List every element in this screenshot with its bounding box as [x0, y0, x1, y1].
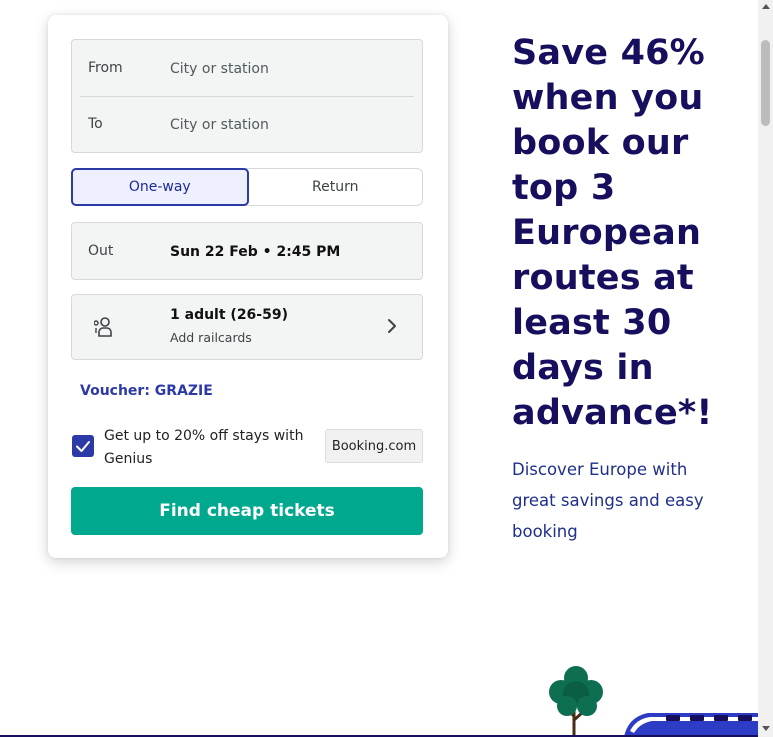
tree-illustration: [549, 666, 603, 736]
passenger-icon: [94, 317, 112, 337]
promo-subtitle: Discover Europe with great savings and e…: [512, 460, 704, 541]
route-box: From City or station To City or station: [71, 39, 423, 153]
out-value: Sun 22 Feb • 2:45 PM: [170, 244, 341, 260]
outbound-date-field[interactable]: Out Sun 22 Feb • 2:45 PM: [71, 222, 423, 280]
search-card: From City or station To City or station …: [48, 15, 448, 558]
to-input[interactable]: City or station: [170, 117, 269, 133]
trip-type-toggle: One-way Return: [71, 168, 423, 206]
scroll-up-icon[interactable]: [762, 4, 770, 9]
genius-offer-text: Get up to 20% off stays with Genius: [104, 428, 304, 467]
to-label: To: [88, 116, 103, 132]
check-icon: [76, 441, 90, 452]
passengers-summary: 1 adult (26-59): [170, 307, 288, 323]
chevron-right-icon: [388, 319, 396, 333]
scroll-down-icon[interactable]: [762, 726, 770, 731]
genius-checkbox[interactable]: [72, 435, 94, 457]
promo-headline: Save 46% when you book our top 3 Europea…: [512, 33, 713, 433]
route-divider: [80, 96, 414, 97]
passengers-field[interactable]: 1 adult (26-59) Add railcards: [71, 294, 423, 360]
return-option[interactable]: Return: [249, 169, 423, 205]
vertical-scrollbar[interactable]: [758, 0, 773, 737]
find-tickets-button[interactable]: Find cheap tickets: [71, 487, 423, 535]
add-railcards-text: Add railcards: [170, 330, 252, 345]
from-input[interactable]: City or station: [170, 61, 269, 77]
out-label: Out: [88, 243, 114, 259]
booking-com-logo: Booking.com: [325, 429, 423, 463]
from-label: From: [88, 60, 123, 76]
one-way-option[interactable]: One-way: [71, 168, 249, 206]
voucher-text: Voucher: GRAZIE: [80, 383, 213, 399]
scrollbar-thumb[interactable]: [761, 40, 770, 126]
train-illustration: [624, 713, 758, 737]
